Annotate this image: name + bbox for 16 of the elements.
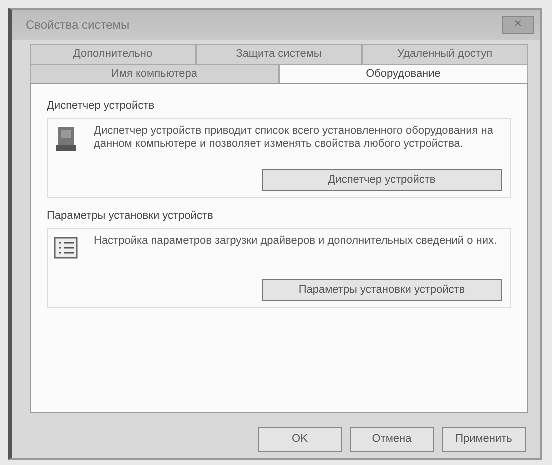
window-title: Свойства системы	[26, 17, 130, 34]
tab[interactable]: Имя компьютера	[30, 64, 279, 83]
group-title: Диспетчер устройств	[47, 99, 156, 114]
dialog-button[interactable]: Применить	[442, 427, 526, 452]
group-title: Параметры установки устройств	[47, 209, 214, 224]
tab[interactable]: Удаленный доступ	[362, 44, 528, 64]
computer-icon	[54, 124, 78, 152]
description-text: Диспетчер устройств приводит список всего установленного оборудования на данном компьютере и позволяет изменять свойства любого устройства.	[94, 124, 494, 152]
action-button[interactable]: Параметры установки устройств	[262, 278, 502, 301]
dialog-button[interactable]: OK	[258, 427, 342, 452]
description-text: Настройка параметров загрузки драйверов и дополнительных сведений о них.	[94, 234, 498, 248]
tab[interactable]: Защита системы	[196, 44, 362, 64]
action-button[interactable]: Диспетчер устройств	[262, 168, 502, 191]
dialog-button[interactable]: Отмена	[350, 427, 434, 452]
tab[interactable]: Оборудование	[279, 64, 528, 83]
tab[interactable]: Дополнительно	[30, 44, 196, 64]
